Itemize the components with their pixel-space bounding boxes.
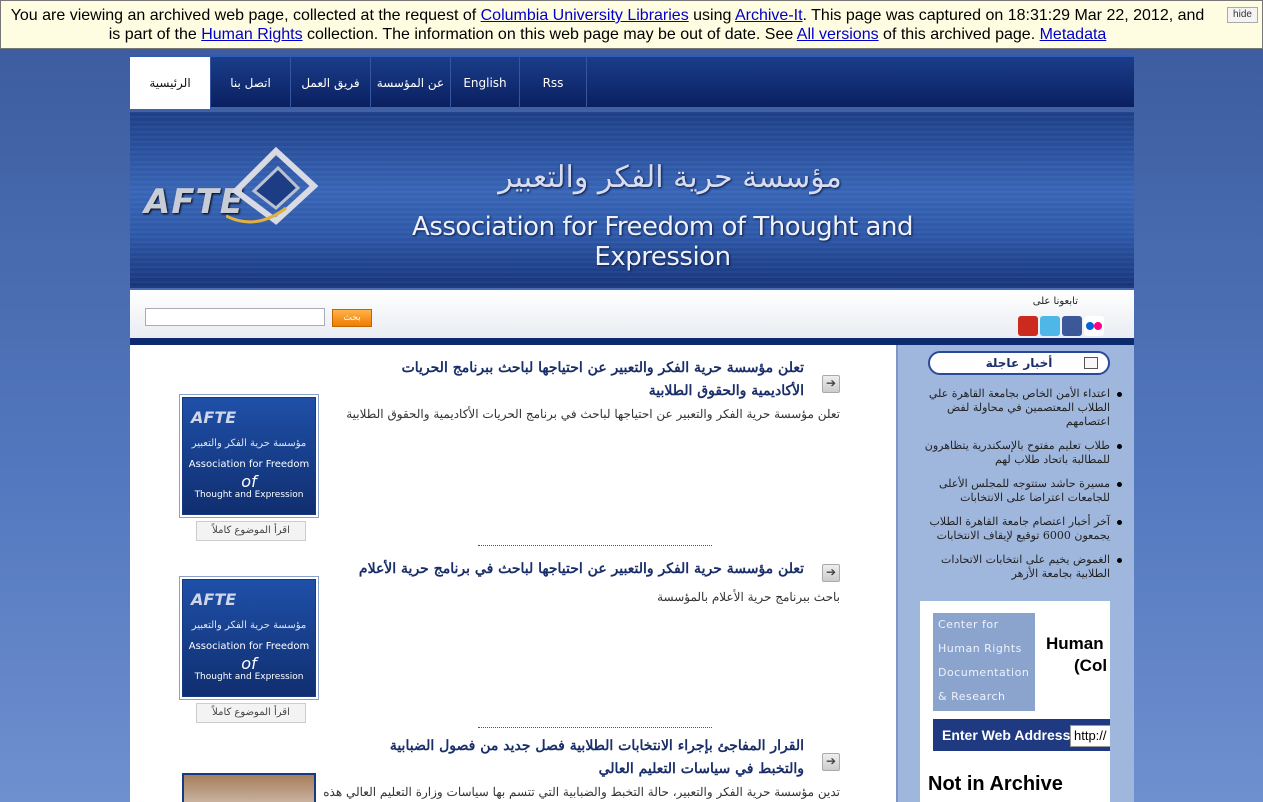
thumb-logo: AFTE: [191, 408, 237, 427]
archive-banner: You are viewing an archived web page, co…: [0, 0, 1263, 49]
tab-team[interactable]: فريق العمل: [290, 57, 370, 109]
chr-logo: Center for Human Rights Documentation & …: [933, 613, 1035, 711]
thumb-title-en2: Thought and Expression: [194, 672, 304, 682]
arrow-icon[interactable]: ➔: [822, 375, 840, 393]
hide-banner-button[interactable]: hide: [1227, 7, 1258, 23]
thumb-title-of: of: [241, 472, 257, 491]
chr-line: & Research: [938, 690, 1006, 703]
banner-text-1: You are viewing an archived web page, co…: [10, 7, 481, 24]
page-wrapper: الرئيسية اتصل بنا فريق العمل عن المؤسسة …: [130, 50, 1134, 802]
banner-text-5: of this archived page.: [878, 26, 1040, 43]
banner-text-4: collection. The information on this web …: [302, 26, 797, 43]
tab-about[interactable]: عن المؤسسة: [370, 57, 450, 109]
article-title[interactable]: تعلن مؤسسة حرية الفكر والتعبير عن احتياج…: [354, 357, 804, 403]
breaking-news-title: أخبار عاجلة: [985, 356, 1053, 370]
thumb-title-of: of: [241, 654, 257, 673]
web-address-input[interactable]: http://: [1070, 725, 1110, 747]
flickr-icon[interactable]: [1084, 316, 1104, 336]
news-item[interactable]: آخر أخبار اعتصام جامعة القاهرة الطلاب يج…: [908, 515, 1124, 543]
hr-title-line-1: Human: [1046, 634, 1104, 653]
article-summary: تدين مؤسسة حرية الفكر والتعبير، حالة الت…: [323, 785, 840, 799]
article-summary: باحث ببرنامج حرية الأعلام بالمؤسسة: [657, 590, 840, 604]
thumb-title-ar: مؤسسة حرية الفكر والتعبير: [191, 620, 307, 631]
sidebar: أخبار عاجلة اعتداء الأمن الخاص بجامعة ال…: [896, 345, 1134, 802]
search-bar: بحث تابعونا على: [130, 290, 1134, 338]
site-title-english: Association for Freedom of Thought and E…: [412, 212, 913, 272]
columbia-link[interactable]: Columbia University Libraries: [481, 7, 689, 24]
thumb-title-ar: مؤسسة حرية الفكر والتعبير: [191, 438, 307, 449]
collection-link[interactable]: Human Rights: [201, 26, 302, 43]
arrow-icon[interactable]: ➔: [822, 564, 840, 582]
search-button[interactable]: بحث: [332, 309, 372, 327]
news-item[interactable]: طلاب تعليم مفتوح بالإسكندرية يتظاهرون لل…: [908, 439, 1124, 467]
afte-logo-mark-icon: [226, 146, 318, 225]
article-separator: [478, 545, 712, 546]
thumb-title-en: Association for Freedom: [188, 641, 310, 652]
social-links: [1018, 316, 1104, 336]
article-title[interactable]: تعلن مؤسسة حرية الفكر والتعبير عن احتياج…: [354, 558, 804, 581]
hr-title-line-2: (Col: [1074, 656, 1108, 675]
news-item[interactable]: اعتداء الأمن الخاص بجامعة القاهرة علي ال…: [908, 387, 1124, 429]
site-header: AFTE مؤسسة حرية الفكر والتعبير Associati…: [130, 112, 1134, 288]
tab-english[interactable]: English: [450, 57, 519, 109]
breaking-news-header: أخبار عاجلة: [928, 351, 1110, 375]
twitter-icon[interactable]: [1040, 316, 1060, 336]
follow-us-label: تابعونا على: [1032, 296, 1078, 307]
article-thumbnail[interactable]: AFTE مؤسسة حرية الفكر والتعبير Associati…: [182, 579, 316, 697]
metadata-link[interactable]: Metadata: [1040, 26, 1107, 43]
banner-text-2: using: [688, 7, 735, 24]
human-rights-title: Human (Col: [1046, 633, 1107, 677]
article-thumbnail[interactable]: [182, 773, 316, 802]
not-in-archive-heading: Not in Archive: [928, 773, 1063, 795]
article-separator: [478, 727, 712, 728]
archive-it-link[interactable]: Archive-It: [735, 7, 803, 24]
chr-line: Center for: [938, 618, 999, 631]
facebook-icon[interactable]: [1062, 316, 1082, 336]
search-input[interactable]: [145, 308, 325, 326]
article-title[interactable]: القرار المفاجئ بإجراء الانتخابات الطلابي…: [354, 735, 804, 781]
thumb-title-en2: Thought and Expression: [194, 490, 304, 500]
read-more-button[interactable]: اقرأ الموضوع كاملاً: [196, 703, 306, 723]
article-thumbnail[interactable]: AFTE مؤسسة حرية الفكر والتعبير Associati…: [182, 397, 316, 515]
news-item[interactable]: الغموض يخيم على انتخابات الاتحادات الطلا…: [908, 553, 1124, 581]
arrow-icon[interactable]: ➔: [822, 753, 840, 771]
youtube-icon[interactable]: [1018, 316, 1038, 336]
main-content: تعلن مؤسسة حرية الفكر والتعبير عن احتياج…: [130, 345, 896, 802]
archive-widget: Center for Human Rights Documentation & …: [920, 601, 1110, 802]
top-nav: الرئيسية اتصل بنا فريق العمل عن المؤسسة …: [130, 55, 1134, 109]
thumb-title-en: Association for Freedom: [188, 459, 310, 470]
article-summary: تعلن مؤسسة حرية الفكر والتعبير عن احتياج…: [346, 407, 840, 421]
chr-line: Human Rights: [938, 642, 1022, 655]
chr-line: Documentation: [938, 666, 1030, 679]
breaking-news-list: اعتداء الأمن الخاص بجامعة القاهرة علي ال…: [908, 387, 1124, 591]
header-divider: [130, 338, 1134, 345]
site-title-arabic: مؤسسة حرية الفكر والتعبير: [498, 160, 842, 195]
thumb-logo: AFTE: [191, 590, 237, 609]
news-item[interactable]: مسيرة حاشد ستتوجه للمجلس الأعلى للجامعات…: [908, 477, 1124, 505]
read-more-button[interactable]: اقرأ الموضوع كاملاً: [196, 521, 306, 541]
all-versions-link[interactable]: All versions: [797, 26, 879, 43]
news-icon: [1084, 357, 1098, 369]
tab-contact[interactable]: اتصل بنا: [210, 57, 290, 109]
tab-rss[interactable]: Rss: [519, 57, 587, 109]
tab-home[interactable]: الرئيسية: [130, 57, 210, 109]
